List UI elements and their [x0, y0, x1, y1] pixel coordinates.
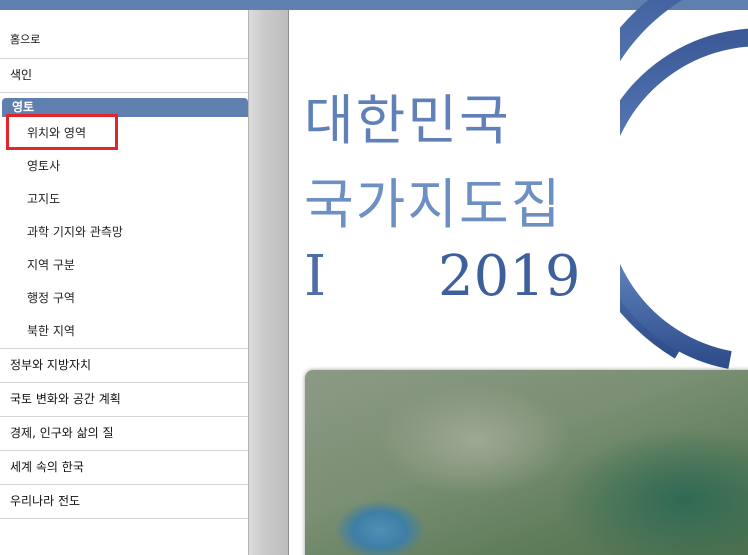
page-gutter: [249, 10, 289, 555]
cover-volume: I: [304, 244, 327, 309]
document-view: 대한민국 국가지도집 I 2019: [290, 0, 748, 555]
index-link[interactable]: 색인: [0, 59, 248, 93]
section-korea-in-world[interactable]: 세계 속의 한국: [0, 451, 248, 485]
sub-item-administrative-districts[interactable]: 행정 구역: [0, 282, 248, 315]
cover-year: 2019: [438, 244, 581, 309]
cover-title-line2: 국가지도집: [304, 173, 563, 236]
territory-sub-list: 위치와 영역 영토사 고지도 과학 기지와 관측망 지역 구분 행정 구역 북한…: [0, 114, 248, 349]
sidebar: 홈으로 색인 영토 위치와 영역 영토사 고지도 과학 기지와 관측망 지역 구…: [0, 10, 249, 555]
sub-item-old-maps[interactable]: 고지도: [0, 183, 248, 216]
home-link[interactable]: 홈으로: [0, 10, 248, 59]
sub-item-regional-division[interactable]: 지역 구분: [0, 249, 248, 282]
section-land-planning[interactable]: 국토 변화와 공간 계획: [0, 383, 248, 417]
sub-item-location-area[interactable]: 위치와 영역: [0, 114, 248, 150]
satellite-image: [305, 370, 748, 555]
cover-title-line1: 대한민국: [304, 89, 511, 152]
section-national-map[interactable]: 우리나라 전도: [0, 485, 248, 519]
sub-item-north-korea[interactable]: 북한 지역: [0, 315, 248, 348]
section-economy[interactable]: 경제, 인구와 삶의 질: [0, 417, 248, 451]
cover-arc-graphic: [620, 0, 748, 369]
section-government[interactable]: 정부와 지방자치: [0, 349, 248, 383]
sub-item-territory-history[interactable]: 영토사: [0, 150, 248, 183]
sub-item-science-bases[interactable]: 과학 기지와 관측망: [0, 216, 248, 249]
